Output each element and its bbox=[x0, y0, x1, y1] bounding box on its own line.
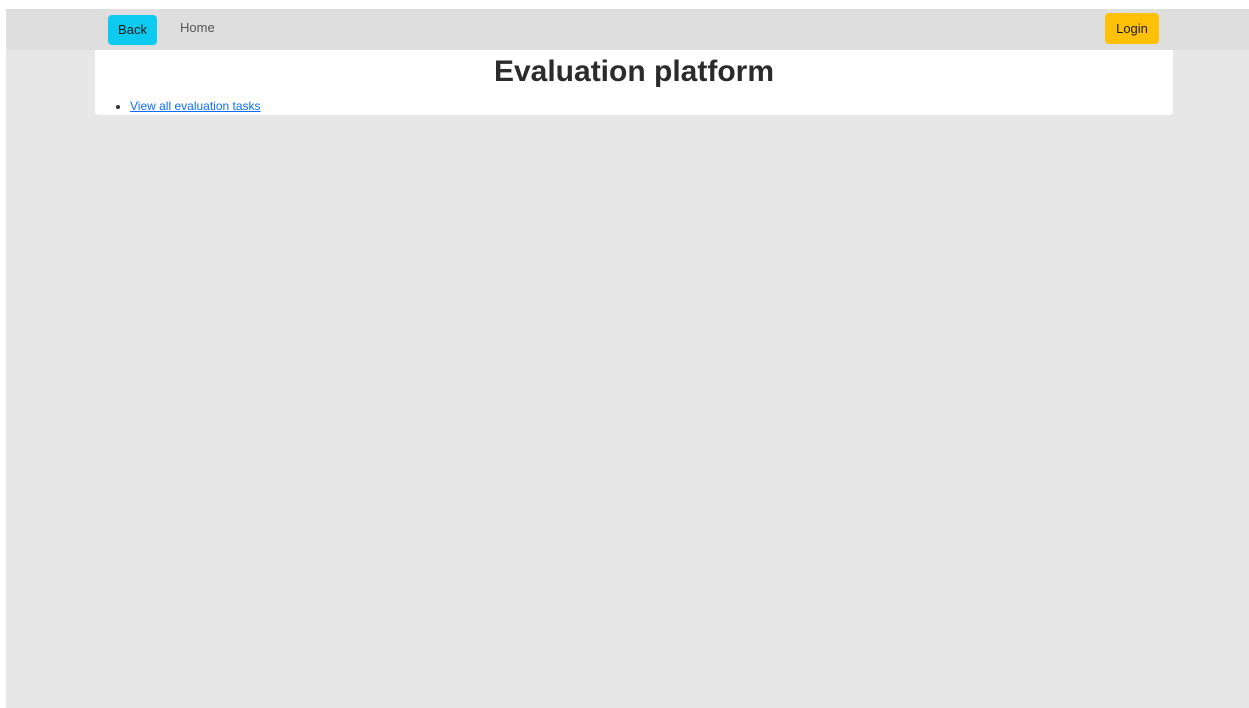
view-all-evaluation-tasks-link[interactable]: View all evaluation tasks bbox=[130, 99, 261, 113]
nav-home-link[interactable]: Home bbox=[180, 20, 215, 35]
back-button[interactable]: Back bbox=[108, 15, 157, 45]
top-navbar: Back Home Login bbox=[6, 9, 1249, 50]
main-card: Evaluation platform View all evaluation … bbox=[95, 50, 1173, 115]
page-title: Evaluation platform bbox=[493, 55, 775, 88]
list-item: View all evaluation tasks bbox=[130, 98, 261, 114]
link-list: View all evaluation tasks bbox=[95, 98, 261, 114]
browser-viewport: Back Home Login Evaluation platform View… bbox=[6, 9, 1249, 708]
login-button[interactable]: Login bbox=[1105, 13, 1159, 44]
